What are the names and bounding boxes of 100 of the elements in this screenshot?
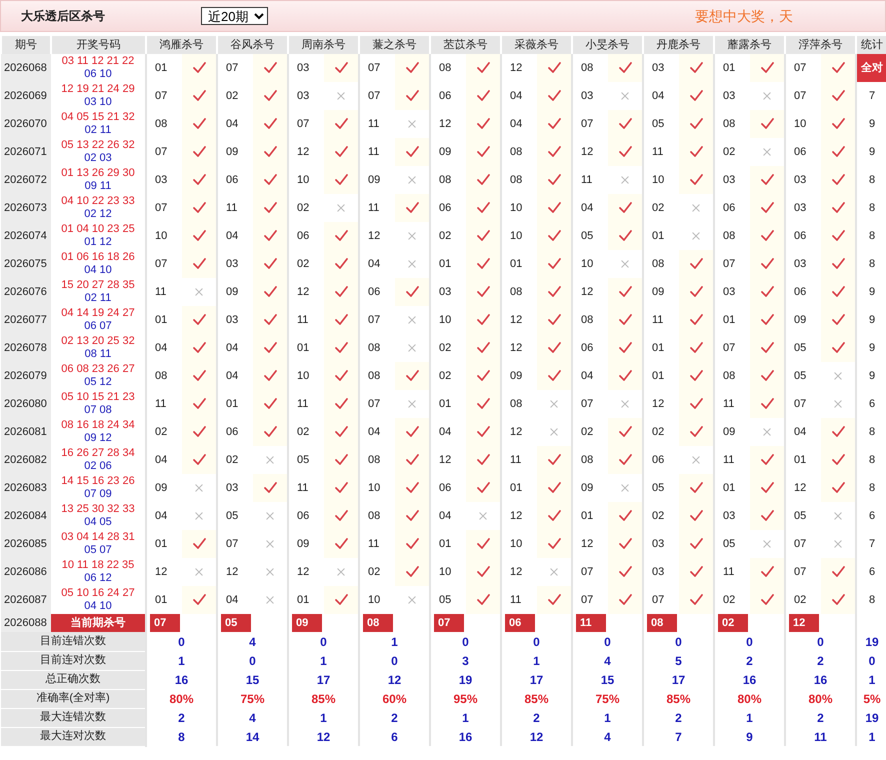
front-numbers: 13 25 30 32 33 xyxy=(60,503,136,516)
period-cell: 2026078 xyxy=(1,334,51,362)
stat-value: 11 xyxy=(785,727,856,746)
stat-label: 最大连对次数 xyxy=(1,727,146,746)
stat-value: 15 xyxy=(217,670,288,689)
column-header: 蒹之杀号 xyxy=(359,36,430,54)
period-cell: 2026080 xyxy=(1,390,51,418)
back-numbers: 07 08 xyxy=(83,404,113,417)
stat-value: 0 xyxy=(643,632,714,651)
current-kill-number: 08 xyxy=(363,614,393,632)
back-numbers: 02 12 xyxy=(83,208,113,221)
period-cell: 2026076 xyxy=(1,278,51,306)
stat-value: 4 xyxy=(572,727,643,746)
stat-value: 19 xyxy=(430,670,501,689)
period-cell: 2026075 xyxy=(1,250,51,278)
front-numbers: 10 11 18 22 35 xyxy=(60,559,136,572)
stat-label: 目前连对次数 xyxy=(1,651,146,670)
current-kill-number: 08 xyxy=(647,614,677,632)
stat-value: 80% xyxy=(714,689,785,708)
front-numbers: 02 13 20 25 32 xyxy=(60,335,136,348)
stat-value: 16 xyxy=(785,670,856,689)
back-numbers: 06 07 xyxy=(83,320,113,333)
total-count: 7 xyxy=(868,538,876,550)
stat-value: 12 xyxy=(288,727,359,746)
current-kill-number: 07 xyxy=(434,614,464,632)
stat-value: 60% xyxy=(359,689,430,708)
back-numbers: 06 12 xyxy=(83,572,113,585)
stat-value: 0 xyxy=(146,632,217,651)
front-numbers: 01 13 26 29 30 xyxy=(60,167,136,180)
front-numbers: 14 15 16 23 26 xyxy=(60,475,136,488)
total-count: 6 xyxy=(868,510,876,522)
column-header: 小旻杀号 xyxy=(572,36,643,54)
back-numbers: 02 03 xyxy=(83,152,113,165)
stat-value: 75% xyxy=(572,689,643,708)
period-cell: 2026084 xyxy=(1,502,51,530)
column-header: 谷风杀号 xyxy=(217,36,288,54)
total-count: 8 xyxy=(868,426,876,438)
stat-label: 准确率(全对率) xyxy=(1,689,146,708)
front-numbers: 01 06 16 18 26 xyxy=(60,251,136,264)
stat-value: 1 xyxy=(501,651,572,670)
current-kill-label: 当前期杀号 xyxy=(51,614,145,632)
back-numbers: 03 10 xyxy=(83,96,113,109)
stat-value: 1 xyxy=(714,708,785,727)
column-header: 浮萍杀号 xyxy=(785,36,856,54)
back-numbers: 06 10 xyxy=(83,68,113,81)
slogan-text: 要想中大奖，天 xyxy=(695,6,793,26)
column-header: 丹鹿杀号 xyxy=(643,36,714,54)
period-cell: 2026088 xyxy=(1,614,51,632)
front-numbers: 04 05 15 21 32 xyxy=(60,111,136,124)
stat-value: 0 xyxy=(501,632,572,651)
stat-value: 2 xyxy=(643,708,714,727)
total-count: 8 xyxy=(868,202,876,214)
stat-value: 4 xyxy=(217,708,288,727)
period-cell: 2026079 xyxy=(1,362,51,390)
stat-value: 5% xyxy=(856,689,886,708)
back-numbers: 09 12 xyxy=(83,432,113,445)
front-numbers: 06 08 23 26 27 xyxy=(60,363,136,376)
column-header: 蘼露杀号 xyxy=(714,36,785,54)
back-numbers: 05 07 xyxy=(83,544,113,557)
stat-value: 16 xyxy=(146,670,217,689)
total-count: 6 xyxy=(868,398,876,410)
total-count: 9 xyxy=(868,286,876,298)
stat-value: 1 xyxy=(856,670,886,689)
front-numbers: 16 26 27 28 34 xyxy=(60,447,136,460)
front-numbers: 03 04 14 28 31 xyxy=(60,531,136,544)
front-numbers: 04 14 19 24 27 xyxy=(60,307,136,320)
stat-value: 1 xyxy=(856,727,886,746)
stat-value: 1 xyxy=(288,708,359,727)
front-numbers: 05 10 15 21 23 xyxy=(60,391,136,404)
stat-value: 4 xyxy=(217,632,288,651)
page-title: 大乐透后区杀号 xyxy=(21,8,106,25)
stat-value: 2 xyxy=(785,708,856,727)
stat-value: 1 xyxy=(430,708,501,727)
column-header: 开奖号码 xyxy=(51,36,146,54)
stat-value: 17 xyxy=(288,670,359,689)
period-select[interactable]: 近20期 xyxy=(201,7,268,25)
stat-value: 80% xyxy=(146,689,217,708)
back-numbers: 07 09 xyxy=(83,488,113,501)
back-numbers: 04 05 xyxy=(83,516,113,529)
current-kill-number: 11 xyxy=(576,614,606,632)
total-badge: 全对 xyxy=(857,54,886,82)
stat-value: 6 xyxy=(359,727,430,746)
back-numbers: 04 10 xyxy=(83,264,113,277)
back-numbers: 04 10 xyxy=(83,600,113,613)
stat-value: 0 xyxy=(785,632,856,651)
stat-label: 最大连错次数 xyxy=(1,708,146,727)
stat-value: 3 xyxy=(430,651,501,670)
period-cell: 2026086 xyxy=(1,558,51,586)
stat-value: 0 xyxy=(856,651,886,670)
front-numbers: 04 10 22 23 33 xyxy=(60,195,136,208)
stat-value: 16 xyxy=(430,727,501,746)
front-numbers: 01 04 10 23 25 xyxy=(60,223,136,236)
period-cell: 2026072 xyxy=(1,166,51,194)
stat-value: 5 xyxy=(643,651,714,670)
period-cell: 2026085 xyxy=(1,530,51,558)
total-count: 9 xyxy=(868,342,876,354)
total-count: 7 xyxy=(868,90,876,102)
stat-value: 8 xyxy=(146,727,217,746)
column-header: 鸿雁杀号 xyxy=(146,36,217,54)
stat-value: 16 xyxy=(714,670,785,689)
